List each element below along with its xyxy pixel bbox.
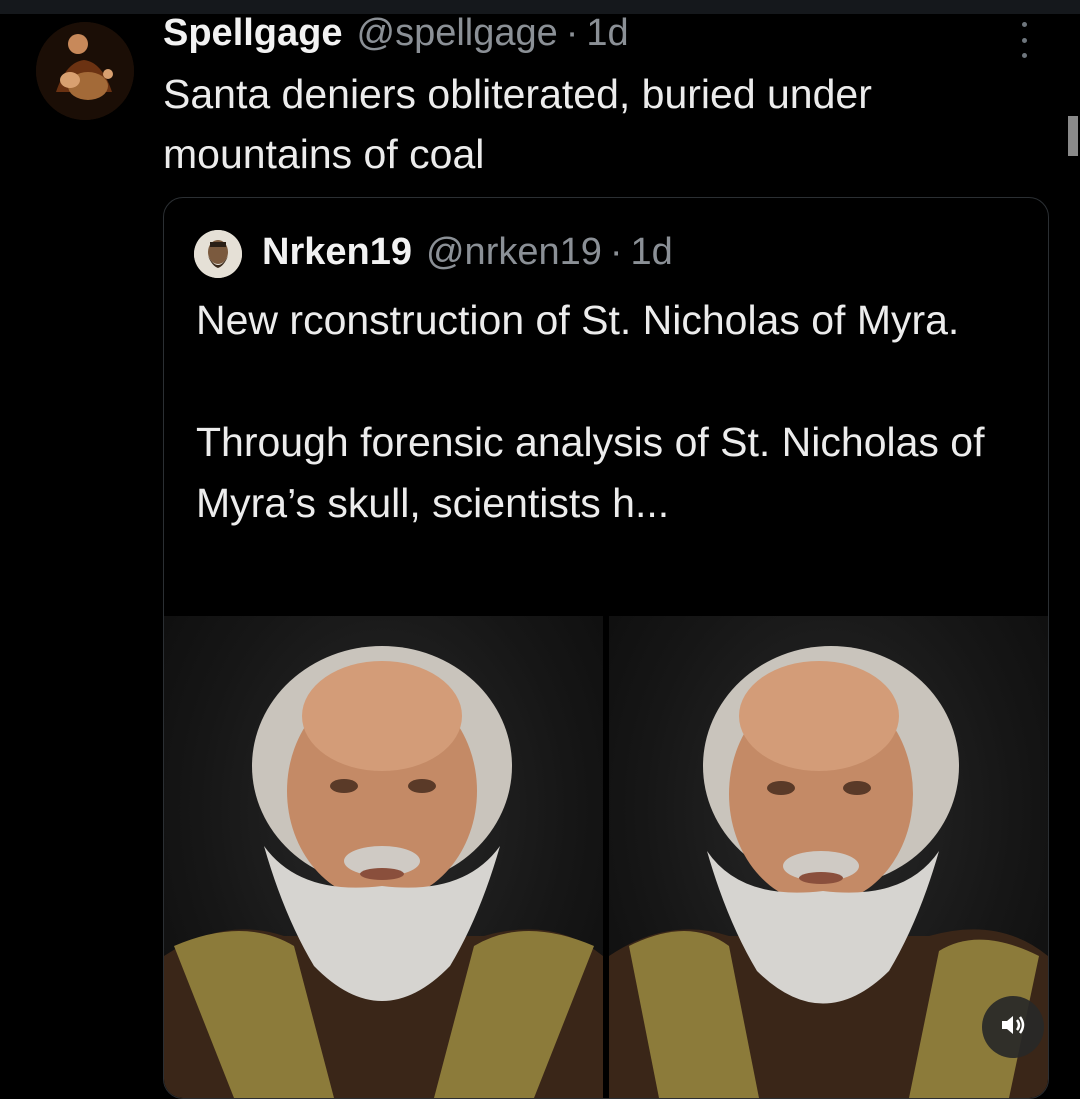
quoted-tweet-text: New rconstruction of St. Nicholas of Myr… (196, 290, 1026, 534)
media-image-left[interactable] (164, 616, 603, 1098)
author-display-name[interactable]: Spellgage (163, 12, 343, 55)
volume-button[interactable] (982, 996, 1044, 1058)
tweet-text: Santa deniers obliterated, buried under … (163, 64, 1043, 184)
tweet-timestamp[interactable]: 1d (586, 12, 628, 55)
author-avatar[interactable] (36, 22, 134, 120)
quoted-tweet-timestamp[interactable]: 1d (631, 231, 673, 274)
quoted-tweet-header: Nrken19 @nrken19 · 1d (262, 231, 673, 274)
separator-dot: · (609, 231, 623, 273)
media-grid (164, 616, 1048, 1098)
tweet-text-line: mountains of coal (163, 131, 485, 177)
quoted-author-handle[interactable]: @nrken19 (426, 231, 602, 274)
scrollbar-thumb[interactable] (1068, 116, 1078, 156)
author-handle[interactable]: @spellgage (357, 12, 558, 55)
quoted-tweet-card[interactable]: Nrken19 @nrken19 · 1d New rconstruction … (163, 197, 1049, 1099)
quoted-tweet-paragraph: Through forensic analysis of St. Nichola… (196, 419, 985, 526)
quoted-author-display-name[interactable]: Nrken19 (262, 231, 412, 274)
tweet-text-line: Santa deniers obliterated, buried under (163, 71, 872, 117)
quoted-tweet-paragraph: New rconstruction of St. Nicholas of Myr… (196, 297, 960, 343)
quoted-author-avatar[interactable] (194, 230, 242, 278)
tweet-header: Spellgage @spellgage · 1d (163, 12, 629, 58)
volume-icon (998, 1010, 1028, 1045)
separator-dot: · (565, 12, 579, 54)
more-vertical-icon[interactable] (1012, 22, 1036, 58)
